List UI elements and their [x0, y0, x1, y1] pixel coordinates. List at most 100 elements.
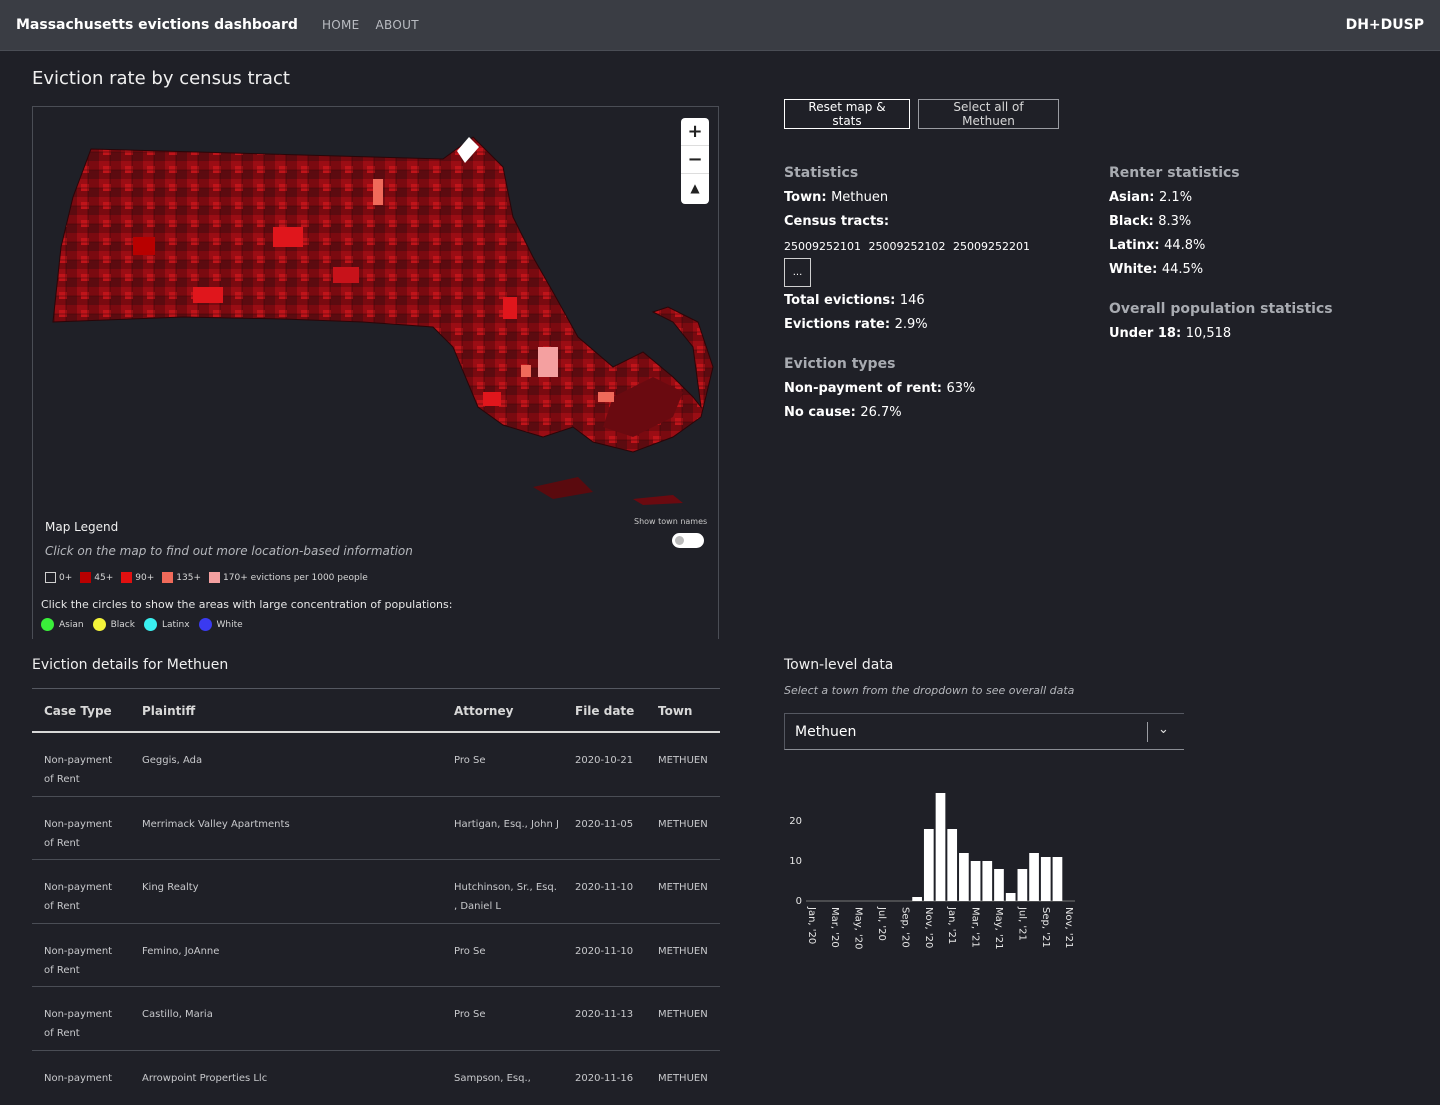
reset-map-button[interactable]: Reset map & stats	[784, 99, 910, 129]
black-dot-icon[interactable]	[92, 618, 106, 631]
legend-swatch	[80, 572, 92, 583]
cell-case-type: Non-payment	[44, 1072, 113, 1084]
white-dot-icon[interactable]	[198, 618, 212, 631]
map-legend-hint: Click on the map to find out more locati…	[45, 544, 413, 558]
cell-case-type: Non-payment of Rent	[44, 945, 113, 976]
bar-2021-06	[1005, 893, 1016, 901]
y-tick-label: 0	[796, 896, 802, 907]
x-tick-label: Nov, '20	[923, 907, 934, 948]
bar-2020-12	[935, 793, 946, 901]
bar-2021-08	[1029, 853, 1039, 901]
circle-asian[interactable]: Asian	[41, 618, 84, 631]
asian-dot-icon[interactable]	[41, 618, 54, 631]
x-tick-label: Mar, '21	[970, 907, 981, 948]
cell-town: METHUEN	[658, 755, 708, 766]
choropleth-map[interactable]	[33, 107, 719, 507]
map-panel[interactable]: + − ▲ Map Legend Click on the map to fin…	[32, 106, 719, 639]
app-title[interactable]: Massachusetts evictions dashboard	[16, 17, 298, 33]
table-row[interactable]: Non-payment of Rent King Realty Hutchins…	[32, 860, 720, 924]
town-level-hint: Select a town from the dropdown to see o…	[784, 684, 1075, 697]
compass-reset-button[interactable]: ▲	[681, 174, 709, 202]
bar-2021-09	[1040, 857, 1051, 901]
latinx-dot-icon[interactable]	[143, 618, 157, 631]
org-logo-text[interactable]: DH+DUSP	[1346, 17, 1424, 33]
stat-no-cause: No cause: 26.7%	[784, 405, 902, 420]
cell-file-date: 2020-11-10	[575, 945, 634, 957]
cell-file-date: 2020-10-21	[575, 755, 634, 766]
cell-plaintiff: Arrowpoint Properties Llc	[142, 1072, 268, 1084]
census-tracts-list: 25009252101 25009252102 25009252201	[784, 240, 1030, 253]
column-header-town[interactable]: Town	[658, 704, 718, 718]
x-tick-label: Nov, '21	[1063, 907, 1074, 948]
overall-population-heading: Overall population statistics	[1109, 301, 1333, 317]
circle-white[interactable]: White	[198, 618, 243, 631]
cell-attorney: Hartigan, Esq., John J	[454, 818, 559, 830]
stat-eviction-rate: Evictions rate: 2.9%	[784, 317, 928, 332]
x-tick-label: Sep, '21	[1040, 907, 1051, 948]
renter-white: White: 44.5%	[1109, 262, 1204, 277]
cell-case-type: Non-payment of Rent	[44, 818, 113, 849]
column-header-attorney[interactable]: Attorney	[454, 704, 559, 718]
dropdown-separator	[1147, 722, 1148, 742]
cell-town: METHUEN	[658, 882, 708, 893]
cell-attorney: Pro Se	[454, 945, 486, 957]
column-header-case-type[interactable]: Case Type	[44, 704, 124, 718]
map-zoom-control: + − ▲	[681, 118, 709, 204]
more-tracts-button[interactable]: ...	[784, 258, 811, 287]
cell-attorney: Pro Se	[454, 1009, 486, 1020]
population-circles-hint: Click the circles to show the areas with…	[41, 598, 453, 611]
renter-statistics-heading: Renter statistics	[1109, 165, 1240, 181]
cell-town: METHUEN	[658, 1009, 708, 1020]
table-row[interactable]: Non-payment Arrowpoint Properties Llc Sa…	[32, 1051, 720, 1090]
evictions-bar-chart: 0 10 20 Jan, '20 Mar, '20 May, '20 Jul, '20 Sep…	[789, 793, 1075, 950]
x-tick-label: Jan, '21	[946, 906, 957, 944]
x-tick-label: Mar, '20	[829, 907, 840, 948]
circle-black[interactable]: Black	[92, 618, 135, 631]
cell-plaintiff: Geggis, Ada	[142, 755, 203, 766]
eviction-details-table[interactable]: Case Type Plaintiff Attorney File date T…	[32, 688, 720, 1089]
cell-case-type: Non-payment of Rent	[44, 755, 113, 785]
select-all-town-button[interactable]: Select all of Methuen	[918, 99, 1059, 129]
legend-item-45: 45+	[80, 572, 113, 583]
stat-town: Town: Methuen	[784, 190, 889, 205]
cell-attorney: Hutchinson, Sr., Esq. , Daniel L	[454, 882, 557, 912]
bar-2021-01	[947, 829, 958, 901]
cell-file-date: 2020-11-05	[575, 818, 634, 830]
zoom-out-button[interactable]: −	[681, 146, 709, 174]
cell-case-type: Non-payment of Rent	[44, 882, 113, 912]
legend-swatch	[45, 572, 56, 583]
town-names-toggle[interactable]	[672, 533, 704, 548]
table-row[interactable]: Non-payment of Rent Femino, JoAnne Pro S…	[32, 924, 720, 987]
table-row[interactable]: Non-payment of Rent Castillo, Maria Pro …	[32, 987, 720, 1051]
nav-about-link[interactable]: ABOUT	[376, 18, 419, 32]
bar-2021-10	[1052, 857, 1063, 901]
cell-town: METHUEN	[658, 1072, 708, 1084]
table-row[interactable]: Non-payment of Rent Geggis, Ada Pro Se 2…	[32, 733, 720, 797]
x-tick-label: May, '21	[993, 907, 1004, 950]
circle-latinx[interactable]: Latinx	[143, 618, 190, 631]
column-header-plaintiff[interactable]: Plaintiff	[142, 704, 442, 718]
town-select-value: Methuen	[795, 723, 857, 740]
y-tick-label: 10	[789, 856, 802, 867]
map-legend: 0+ 45+ 90+ 135+ 170+ evictions per 1000 …	[45, 572, 376, 583]
town-select-dropdown[interactable]: Methuen ⌄	[784, 713, 1184, 750]
zoom-in-button[interactable]: +	[681, 118, 709, 146]
nav-home-link[interactable]: HOME	[322, 18, 360, 32]
column-header-file-date[interactable]: File date	[575, 704, 645, 718]
legend-item-90: 90+	[121, 572, 154, 583]
y-tick-label: 20	[789, 816, 802, 827]
cell-town: METHUEN	[658, 818, 708, 830]
x-tick-label: Jul, '21	[1016, 906, 1027, 941]
chevron-down-icon[interactable]: ⌄	[1158, 722, 1169, 737]
bar-2021-05	[994, 869, 1004, 901]
legend-item-170: 170+ evictions per 1000 people	[209, 572, 368, 583]
bar-2021-02	[959, 853, 969, 901]
renter-black: Black: 8.3%	[1109, 214, 1192, 229]
cell-plaintiff: King Realty	[142, 882, 199, 893]
legend-swatch	[121, 572, 133, 583]
map-title: Eviction rate by census tract	[32, 68, 290, 89]
town-names-toggle-label: Show town names	[634, 517, 708, 526]
table-row[interactable]: Non-payment of Rent Merrimack Valley Apa…	[32, 797, 720, 860]
cell-attorney: Sampson, Esq.,	[454, 1072, 531, 1084]
cell-file-date: 2020-11-13	[575, 1009, 634, 1020]
